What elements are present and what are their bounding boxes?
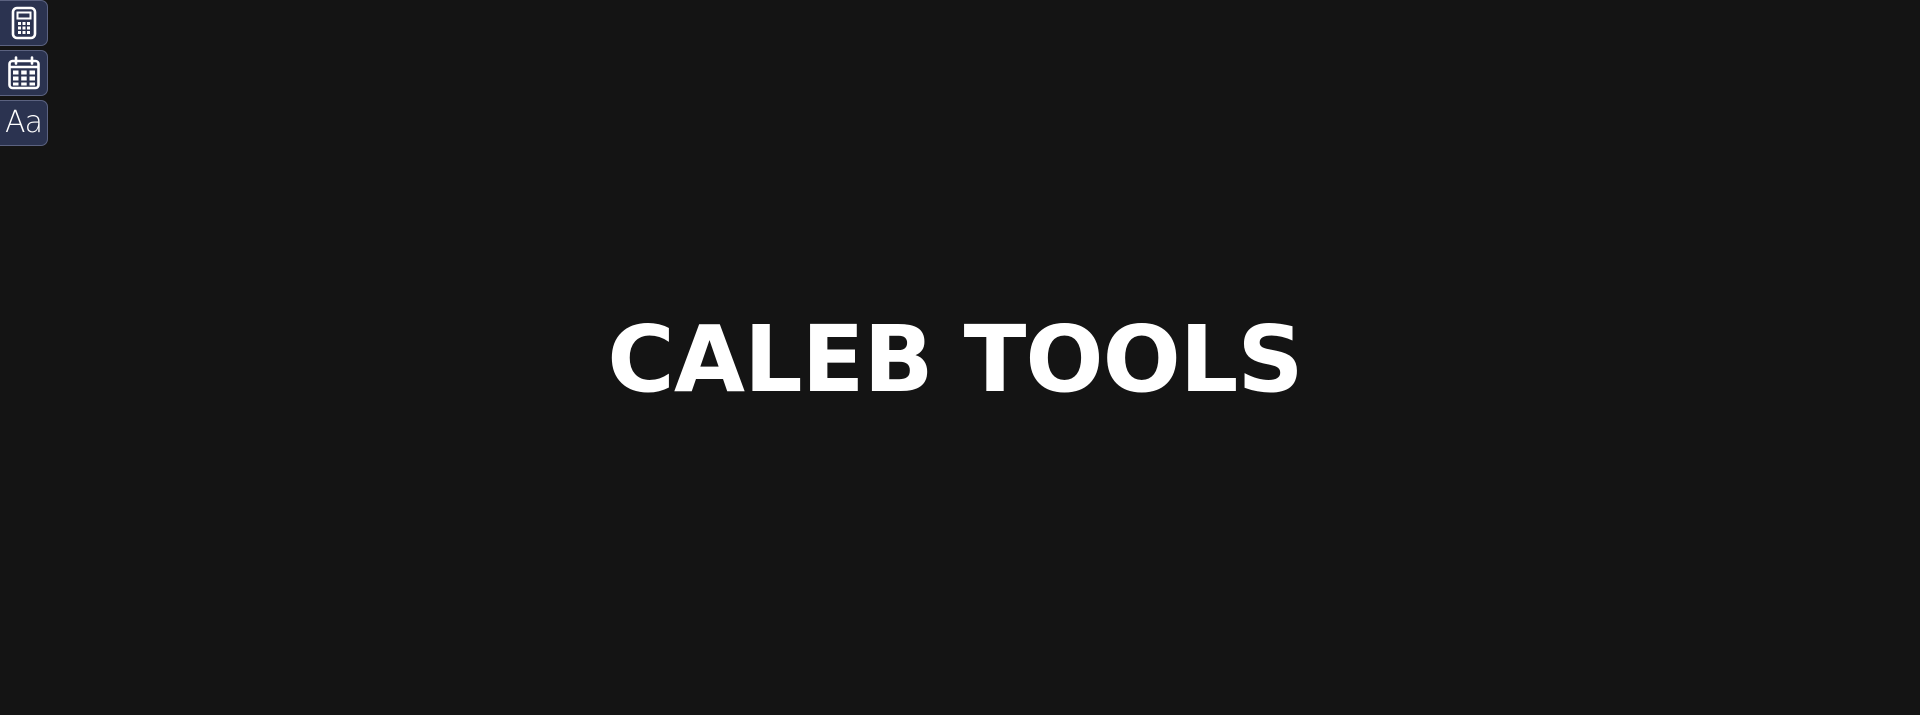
page-title: CALEB TOOLS: [607, 306, 1303, 413]
hero: CALEB TOOLS: [0, 0, 1920, 715]
